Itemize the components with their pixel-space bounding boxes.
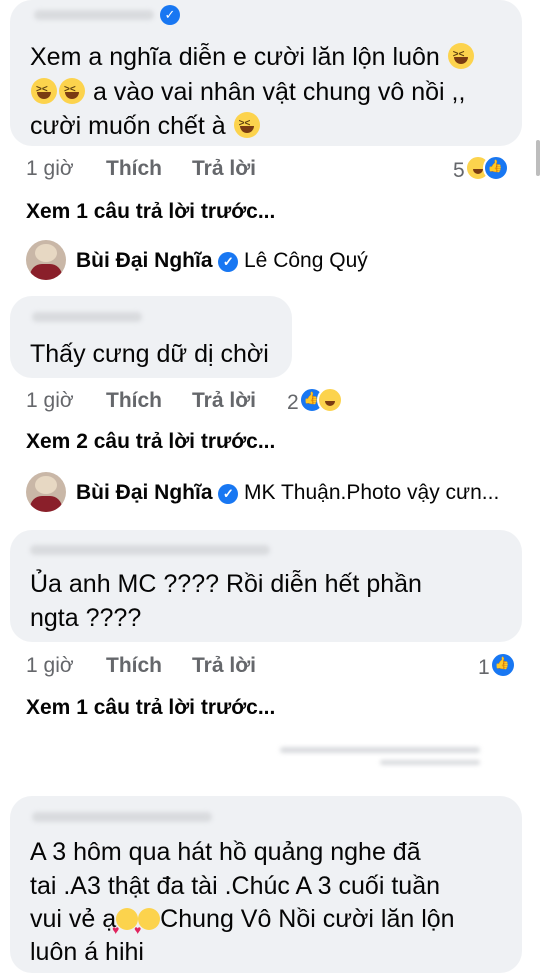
reply-author[interactable]: Bùi Đại Nghĩa ✓ xyxy=(76,249,239,273)
blurred-author-name xyxy=(34,10,154,20)
reply-author[interactable]: Bùi Đại Nghĩa ✓ xyxy=(76,481,239,505)
comment-text: luôn á hihi xyxy=(30,938,144,966)
comment-text: Ủa anh MC ???? Rồi diễn hết phần xyxy=(30,570,422,598)
comment-time: 1 giờ xyxy=(26,389,74,412)
like-reaction-icon xyxy=(482,155,509,181)
blurred-reply-row xyxy=(280,747,480,753)
comment-text: ngta ???? xyxy=(30,604,142,632)
reply-button[interactable]: Trả lời xyxy=(192,389,256,413)
like-button[interactable]: Thích xyxy=(106,389,162,413)
laughing-emoji-icon: >< xyxy=(233,112,260,138)
laughing-emoji-icon: >< xyxy=(31,78,57,104)
reply-button[interactable]: Trả lời xyxy=(192,157,256,181)
blurred-author-name xyxy=(30,545,270,555)
comment-text: >< >< a vào vai nhân vật chung vô nồi ,, xyxy=(30,76,465,108)
reaction-summary[interactable]: 1 xyxy=(478,652,516,680)
like-button[interactable]: Thích xyxy=(106,157,162,181)
comment-time: 1 giờ xyxy=(26,654,74,677)
avatar[interactable] xyxy=(26,240,66,280)
verified-icon: ✓ xyxy=(218,484,239,504)
reply-text: MK Thuận.Photo vậy cưn... xyxy=(244,481,500,504)
blurred-reply-row xyxy=(380,760,480,765)
like-reaction-icon xyxy=(489,652,516,678)
reply-text: Lê Công Quý xyxy=(244,249,368,272)
verified-icon: ✓ xyxy=(218,252,239,272)
reaction-summary[interactable]: 2 xyxy=(287,387,343,415)
see-previous-replies-link[interactable]: Xem 1 câu trả lời trước... xyxy=(26,200,275,224)
see-previous-replies-link[interactable]: Xem 2 câu trả lời trước... xyxy=(26,430,275,454)
laughing-emoji-icon: >< xyxy=(447,43,474,69)
laughing-emoji-icon: >< xyxy=(59,78,85,104)
smiling-hearts-emoji-icon xyxy=(134,908,161,946)
reply-button[interactable]: Trả lời xyxy=(192,654,256,678)
comment-text: Thấy cưng dữ dị chời xyxy=(30,340,269,368)
haha-reaction-icon xyxy=(316,387,343,413)
like-button[interactable]: Thích xyxy=(106,654,162,678)
comment-time: 1 giờ xyxy=(26,157,74,180)
scrollbar[interactable] xyxy=(536,140,540,176)
comment-text: tai .A3 thật đa tài .Chúc A 3 cuối tuần xyxy=(30,872,440,900)
comment-text: Xem a nghĩa diễn e cười lăn lộn luôn >< xyxy=(30,41,475,73)
comment-text: vui vẻ ạChung Vô Nồi cười lăn lộn xyxy=(30,903,455,946)
avatar[interactable] xyxy=(26,472,66,512)
comment-text: A 3 hôm qua hát hồ quảng nghe đã xyxy=(30,838,421,866)
blurred-author-name xyxy=(32,312,142,322)
comment-text: cười muốn chết à >< xyxy=(30,110,261,142)
reaction-summary[interactable]: 5 xyxy=(453,155,509,183)
verified-icon: ✓ xyxy=(160,5,180,25)
blurred-author-name xyxy=(32,812,212,822)
see-previous-replies-link[interactable]: Xem 1 câu trả lời trước... xyxy=(26,696,275,720)
